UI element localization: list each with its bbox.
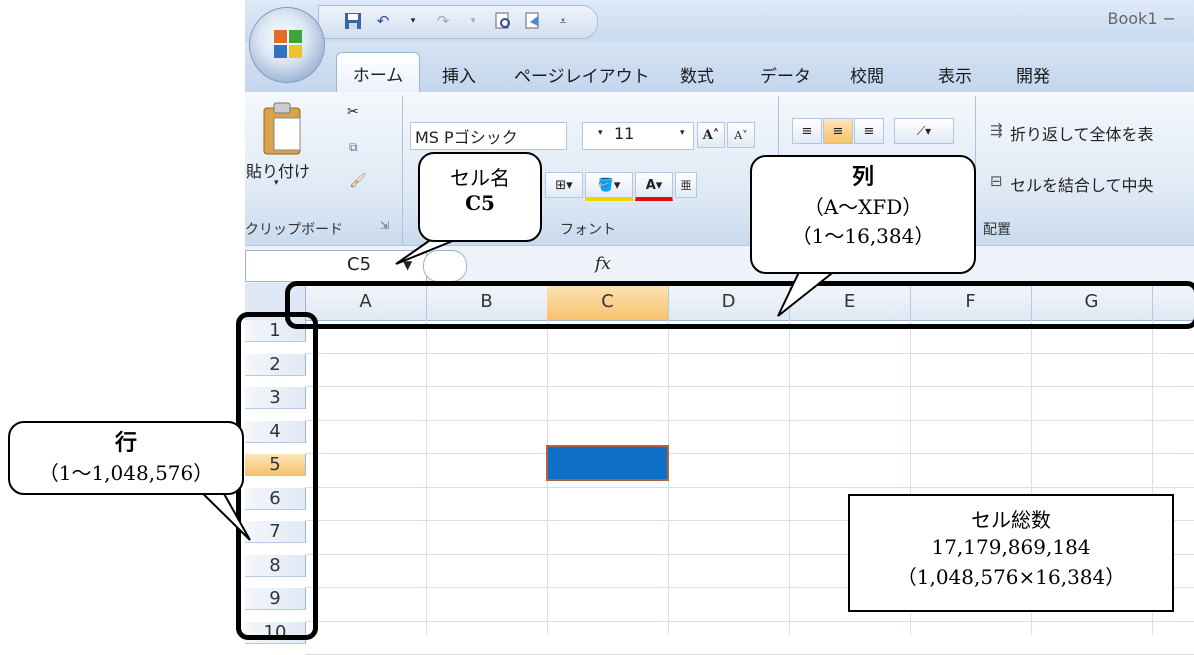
font-name-dropdown-icon[interactable]: ▾ bbox=[598, 128, 603, 138]
font-size-dropdown-icon[interactable]: ▾ bbox=[680, 128, 685, 138]
column-callout: 列 （A〜XFD） （1〜16,384） bbox=[750, 155, 976, 274]
tab-data[interactable]: データ bbox=[760, 62, 811, 87]
redo-icon[interactable]: ↷ bbox=[432, 10, 454, 32]
font-group-label: フォント bbox=[560, 222, 616, 238]
redo-dropdown-icon[interactable]: ▾ bbox=[462, 10, 484, 32]
office-button[interactable] bbox=[250, 8, 324, 82]
grid-row-line bbox=[305, 419, 1194, 421]
undo-icon[interactable]: ↶ bbox=[372, 10, 394, 32]
total-cells-formula: （1,048,576×16,384） bbox=[896, 565, 1126, 589]
formula-bar-divider bbox=[423, 250, 467, 282]
column-highlight-box bbox=[285, 281, 1194, 329]
insert-function-icon[interactable]: fx bbox=[595, 254, 611, 274]
tab-view[interactable]: 表示 bbox=[938, 62, 972, 87]
clipboard-launcher-icon[interactable]: ⇲ bbox=[380, 219, 389, 232]
save-icon[interactable] bbox=[342, 10, 364, 32]
row-callout-range: （1〜1,048,576） bbox=[38, 461, 214, 485]
merge-center-icon[interactable]: ⊟ bbox=[990, 172, 1003, 190]
font-name-value: MS Pゴシック bbox=[415, 128, 518, 147]
font-color-icon[interactable]: A▾ bbox=[635, 172, 673, 201]
total-cells-count: 17,179,869,184 bbox=[931, 535, 1091, 559]
merge-center-button[interactable]: セルを結合して中央 bbox=[1010, 172, 1154, 196]
tab-insert[interactable]: 挿入 bbox=[442, 62, 476, 87]
tab-page-layout[interactable]: ページレイアウト bbox=[514, 62, 650, 87]
quick-access-icons: ↶ ▾ ↷ ▾ ⩡ bbox=[332, 4, 574, 38]
cell-name-callout-title: セル名 bbox=[450, 168, 510, 190]
ribbon-separator bbox=[402, 96, 403, 244]
name-box-value: C5 bbox=[347, 254, 372, 275]
name-box[interactable] bbox=[245, 250, 427, 282]
print-preview-icon[interactable] bbox=[492, 10, 514, 32]
column-callout-range-numbers: （1〜16,384） bbox=[791, 224, 935, 248]
align-top-icon[interactable]: ≡ bbox=[792, 118, 822, 144]
tab-home[interactable]: ホーム bbox=[336, 52, 420, 93]
wrap-text-icon[interactable]: ⇶ bbox=[990, 121, 1003, 139]
orientation-icon[interactable]: ⟋▾ bbox=[894, 118, 954, 144]
grid-row-line bbox=[305, 486, 1194, 488]
format-painter-icon[interactable]: 🖌 bbox=[349, 173, 367, 189]
font-size-value: 11 bbox=[614, 124, 635, 143]
tab-formulas[interactable]: 数式 bbox=[680, 62, 714, 87]
row-callout-title: 行 bbox=[114, 430, 137, 455]
column-callout-range-letters: （A〜XFD） bbox=[803, 195, 923, 219]
tab-developer[interactable]: 開発 bbox=[1016, 62, 1050, 87]
total-cells-box: セル総数 17,179,869,184 （1,048,576×16,384） bbox=[848, 494, 1174, 612]
grow-font-icon[interactable]: A˄ bbox=[697, 122, 725, 148]
open-icon[interactable] bbox=[522, 10, 544, 32]
cell-name-callout-value: C5 bbox=[465, 191, 495, 215]
cell-name-callout: セル名 C5 bbox=[418, 152, 542, 242]
active-cell-c5[interactable] bbox=[546, 445, 669, 481]
shrink-font-icon[interactable]: A˅ bbox=[727, 122, 755, 148]
alignment-group-label: 配置 bbox=[983, 222, 1011, 238]
column-callout-title: 列 bbox=[851, 164, 874, 189]
window-title: Book1 − bbox=[1107, 9, 1177, 28]
fill-color-icon[interactable]: 🪣▾ bbox=[585, 172, 633, 201]
align-bottom-icon[interactable]: ≡ bbox=[854, 118, 884, 144]
tab-review[interactable]: 校閲 bbox=[850, 62, 884, 87]
row-callout: 行 （1〜1,048,576） bbox=[8, 421, 244, 495]
grid-row-line bbox=[305, 352, 1194, 354]
grid-row-line bbox=[305, 453, 1194, 454]
align-middle-icon[interactable]: ≡ bbox=[823, 118, 853, 144]
total-cells-title: セル総数 bbox=[971, 508, 1051, 532]
grid-row-line bbox=[305, 620, 1194, 622]
paste-dropdown-icon[interactable]: ▾ bbox=[274, 178, 279, 188]
paste-icon[interactable] bbox=[260, 100, 306, 160]
grid-row-line bbox=[305, 386, 1194, 387]
office-logo-icon bbox=[274, 30, 302, 58]
wrap-text-button[interactable]: 折り返して全体を表 bbox=[1010, 121, 1154, 145]
customize-qat-icon[interactable]: ⩡ bbox=[552, 10, 574, 32]
undo-dropdown-icon[interactable]: ▾ bbox=[402, 10, 424, 32]
phonetic-icon[interactable]: 亜 bbox=[675, 172, 697, 198]
clipboard-group-label: クリップボード bbox=[245, 222, 343, 238]
cut-icon[interactable]: ✂ bbox=[347, 104, 359, 120]
copy-icon[interactable]: ⧉ bbox=[349, 140, 358, 155]
name-box-dropdown-icon[interactable]: ▼ bbox=[403, 258, 412, 272]
row-highlight-box bbox=[236, 312, 318, 640]
borders-icon[interactable]: ⊞▾ bbox=[545, 172, 583, 198]
